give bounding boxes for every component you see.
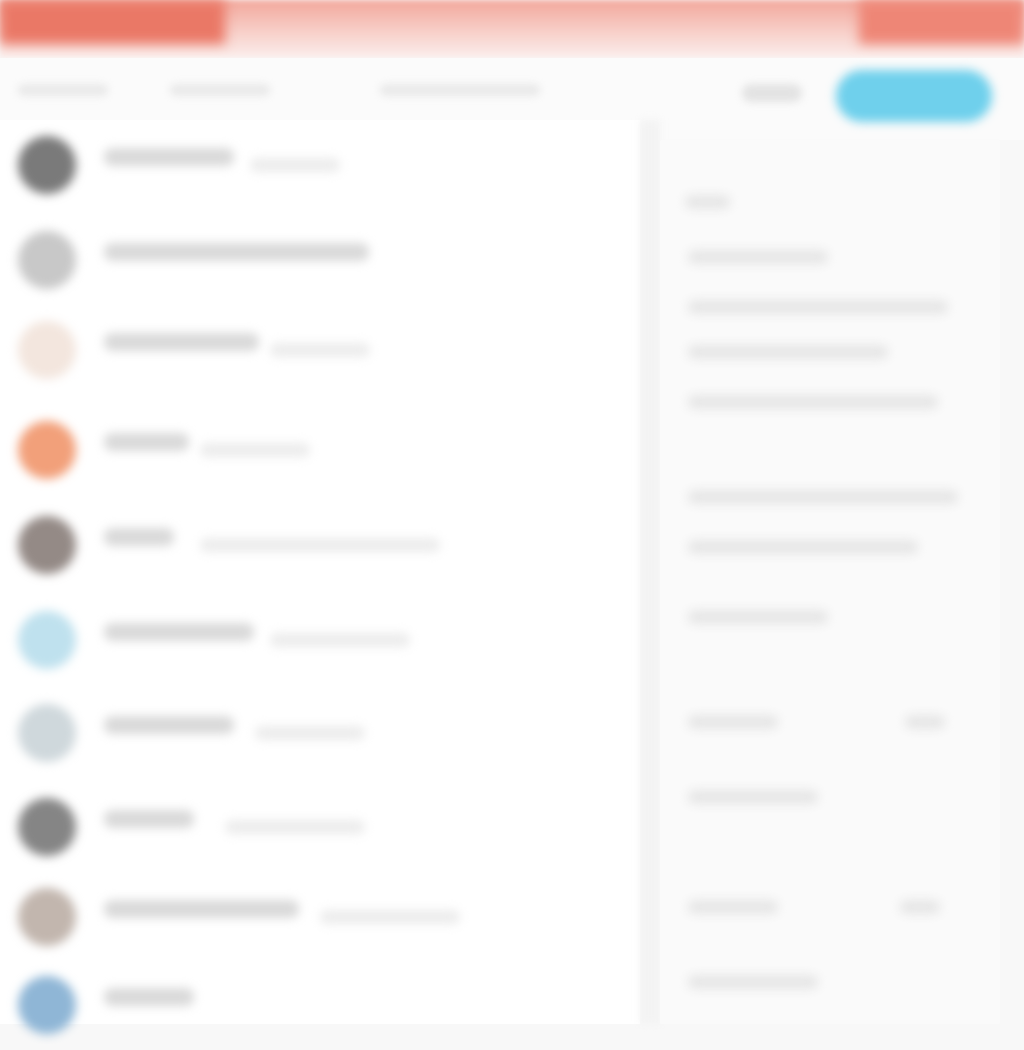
item-subtext <box>225 820 365 834</box>
avatar <box>18 136 76 194</box>
header-text-2 <box>170 84 270 96</box>
side-panel-text <box>688 610 828 624</box>
side-panel-text <box>688 395 938 409</box>
side-panel-text <box>688 975 818 989</box>
avatar <box>18 611 76 669</box>
side-panel-text <box>688 490 958 504</box>
side-panel-text <box>688 790 818 804</box>
list-item[interactable] <box>0 872 640 962</box>
item-name <box>104 148 234 166</box>
list-item[interactable] <box>0 405 640 495</box>
side-panel-text <box>688 540 918 554</box>
item-subtext <box>255 726 365 740</box>
side-panel-text <box>688 345 888 359</box>
item-name <box>104 810 194 828</box>
item-subtext <box>250 158 340 172</box>
item-subtext <box>270 343 370 357</box>
side-panel-label <box>688 900 778 914</box>
avatar <box>18 516 76 574</box>
top-bar-tab-right[interactable] <box>859 0 1024 44</box>
side-panel-text <box>688 300 948 314</box>
side-panel-label <box>688 715 778 729</box>
item-name <box>104 243 369 261</box>
list-item[interactable] <box>0 595 640 685</box>
item-subtext <box>200 443 310 457</box>
item-name <box>104 333 259 351</box>
header-text-1 <box>18 84 108 96</box>
side-panel-heading <box>685 195 730 209</box>
avatar <box>18 231 76 289</box>
header-text-3 <box>380 84 540 96</box>
item-name <box>104 900 299 918</box>
item-name <box>104 623 254 641</box>
item-subtext <box>200 538 440 552</box>
list-item[interactable] <box>0 960 640 1050</box>
list-item[interactable] <box>0 305 640 395</box>
avatar <box>18 976 76 1034</box>
side-panel-text <box>688 250 828 264</box>
item-name <box>104 716 234 734</box>
item-subtext <box>270 633 410 647</box>
follow-button[interactable] <box>836 70 992 122</box>
avatar <box>18 888 76 946</box>
avatar <box>18 321 76 379</box>
item-name <box>104 433 189 451</box>
item-name <box>104 528 174 546</box>
list-item[interactable] <box>0 688 640 778</box>
list-item[interactable] <box>0 782 640 872</box>
top-bar-tab-left[interactable] <box>0 0 225 44</box>
item-name <box>104 988 194 1006</box>
list-item[interactable] <box>0 500 640 590</box>
avatar <box>18 798 76 856</box>
avatar <box>18 704 76 762</box>
avatar <box>18 421 76 479</box>
side-panel-value <box>905 715 945 729</box>
menu-button[interactable] <box>742 84 802 102</box>
list-item[interactable] <box>0 215 640 305</box>
panel-divider <box>640 120 660 1024</box>
list-item[interactable] <box>0 120 640 210</box>
side-panel <box>660 140 1000 1024</box>
item-subtext <box>320 910 460 924</box>
side-panel-value <box>900 900 940 914</box>
